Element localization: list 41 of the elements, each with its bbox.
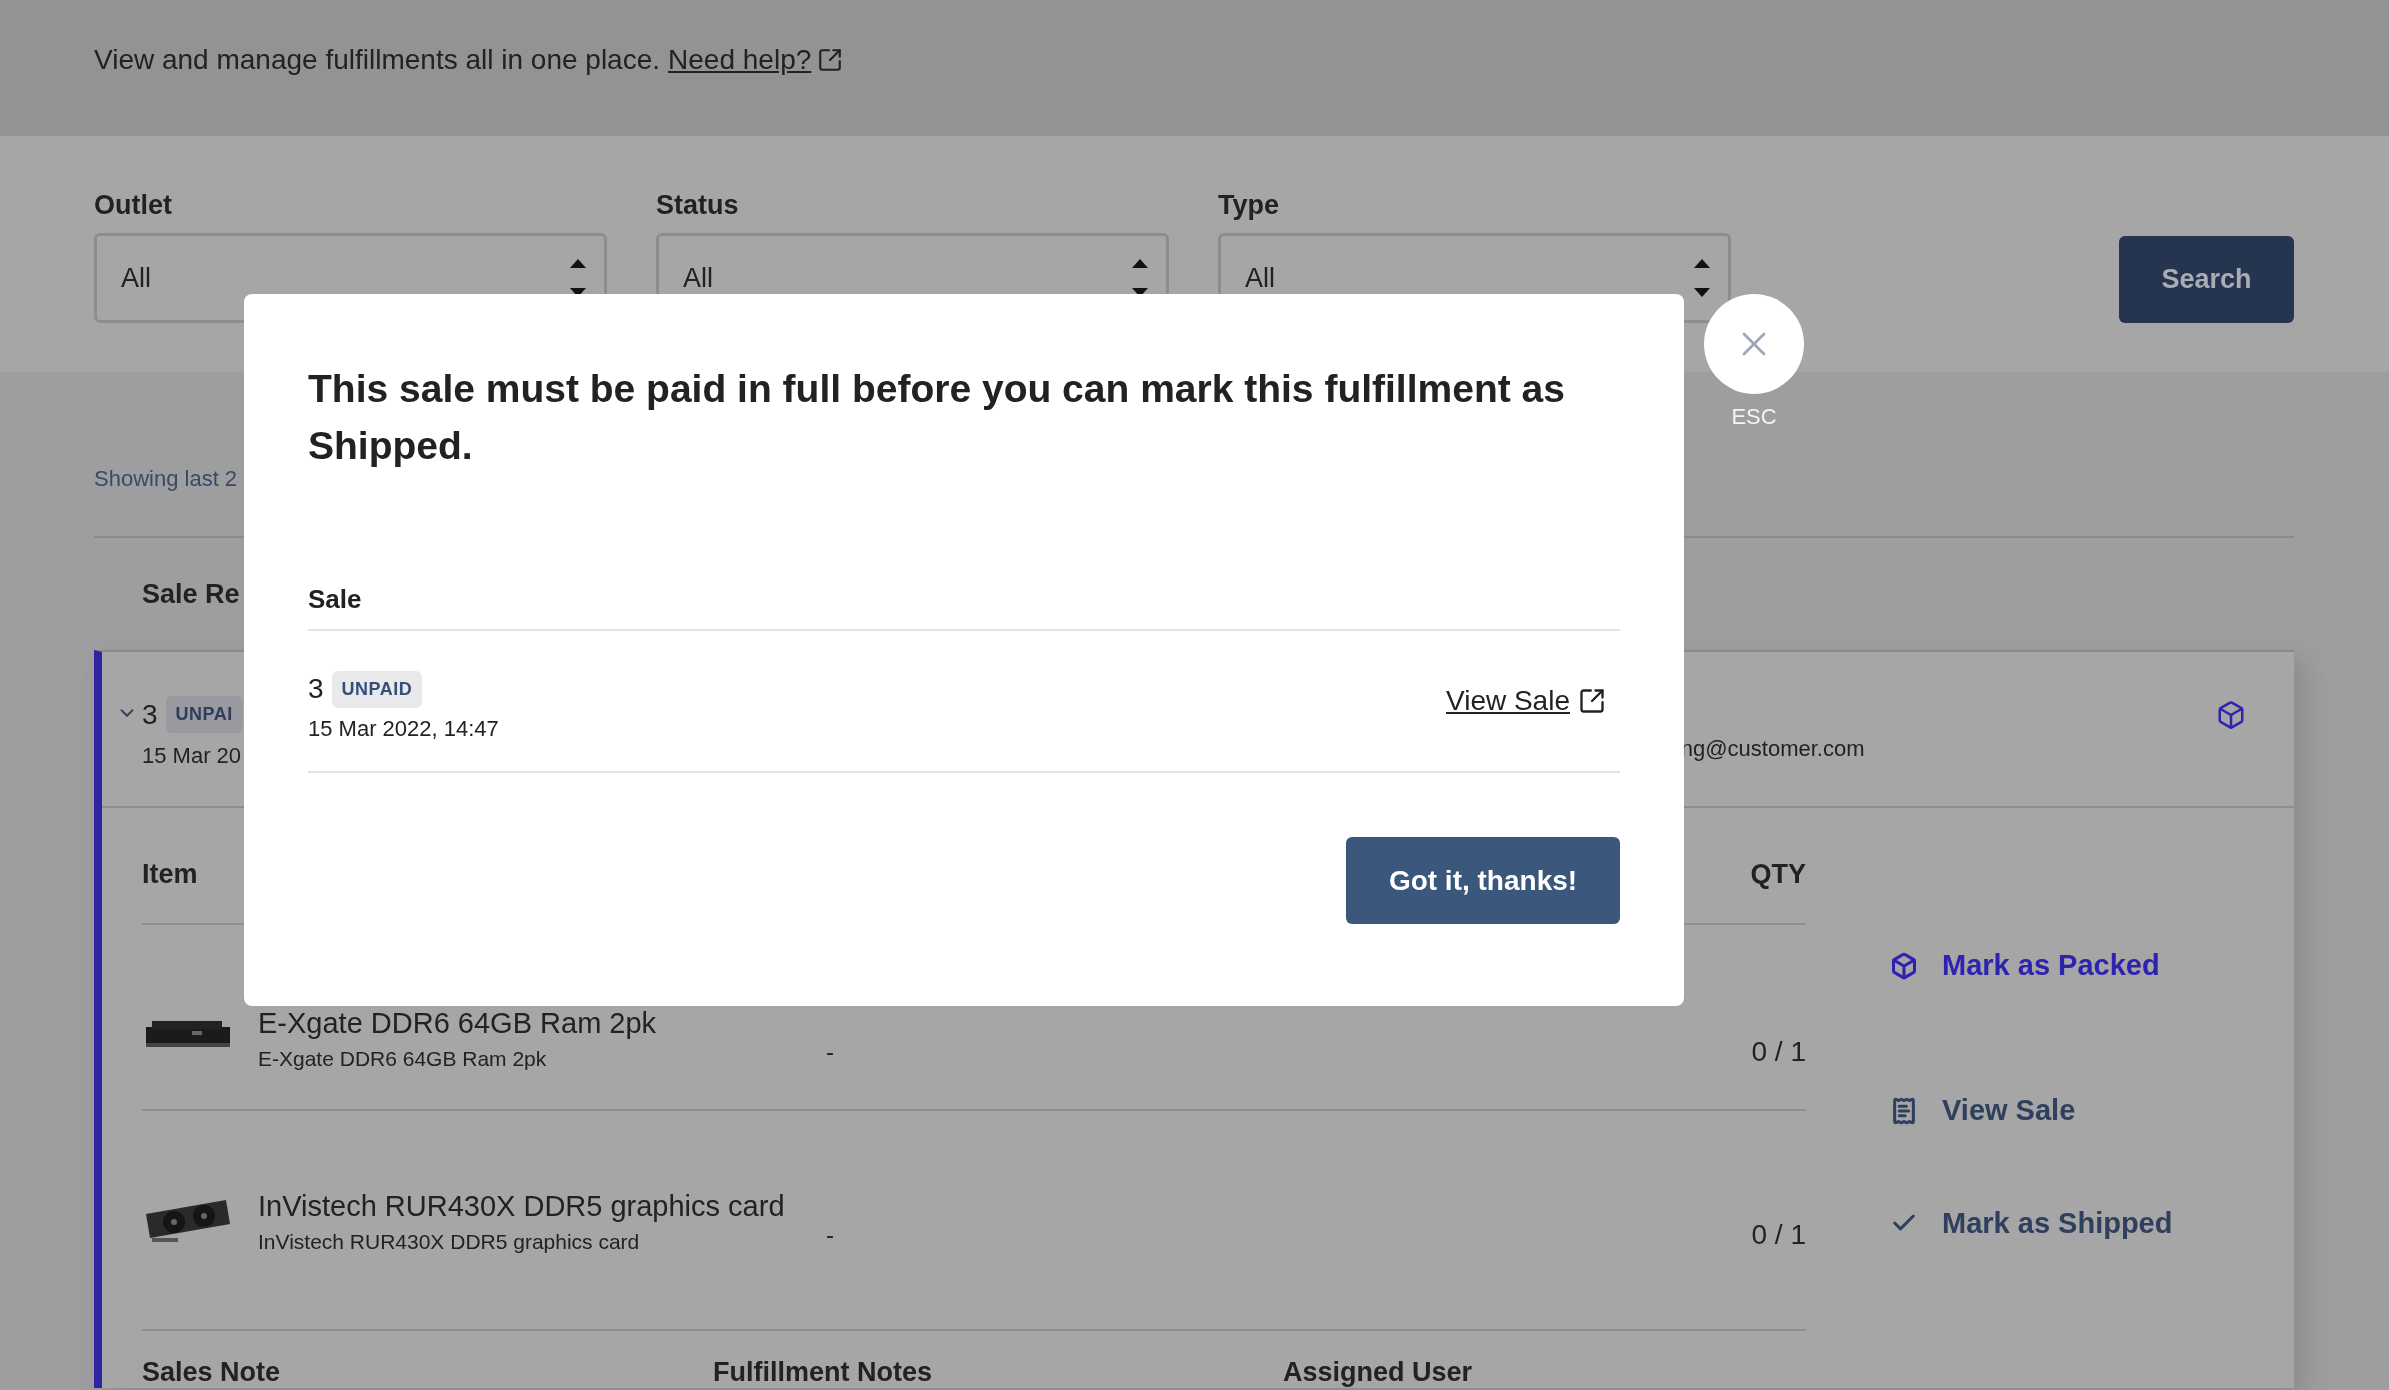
cube-icon [2216, 700, 2246, 730]
column-header: Sale [308, 584, 362, 614]
action-link[interactable]: Mark as Shipped [1890, 1168, 2173, 1278]
item-subtitle: InVistech RUR430X DDR5 graphics card [258, 1230, 641, 1254]
external-link-icon [817, 47, 844, 73]
sale-number: 3 [142, 698, 158, 731]
filter-label: Type [1218, 190, 1280, 221]
esc-hint: ESC [1730, 404, 1778, 430]
search-button[interactable]: Search [2119, 236, 2294, 323]
view-sale-link[interactable]: View Sale [1446, 685, 1606, 717]
table-cell-text: - [826, 1037, 834, 1066]
filter-label: Status [656, 190, 740, 221]
help-link[interactable]: Need help? [668, 42, 844, 78]
column-header: Item [142, 859, 198, 890]
quantity-cell-text: 0 / 1 [1751, 1035, 1806, 1068]
quantity-cell-text: 0 / 1 [1751, 1218, 1806, 1251]
confirm-button[interactable]: Got it, thanks! [1346, 837, 1620, 924]
table-cell-text: - [826, 1220, 834, 1249]
receipt-icon [1890, 1096, 1918, 1125]
section-heading: Assigned User [1283, 1357, 1474, 1388]
modal-title: This sale must be paid in full before you can mark this fulfillment as Shipped. [308, 366, 1566, 469]
column-header: Sale Re [142, 578, 240, 610]
intro-text: View and manage fulfillments all in one place. [94, 43, 661, 77]
status-badge: UNPAID [331, 670, 423, 708]
item-title: InVistech RUR430X DDR5 graphics card [258, 1189, 786, 1224]
external-link-icon [1578, 687, 1606, 715]
section-heading: Sales Note [142, 1357, 282, 1388]
cube-icon [1890, 951, 1918, 980]
customer-email: ng@customer.com [1680, 736, 1865, 763]
column-header: QTY [1750, 859, 1806, 890]
showing-text: Showing last 2 [94, 466, 238, 492]
sale-number: 3 [308, 673, 324, 705]
status-badge: UNPAI [165, 696, 243, 733]
sale-date: 15 Mar 20 [142, 743, 243, 769]
action-link[interactable]: View Sale [1890, 1053, 2173, 1168]
item-title: E-Xgate DDR6 64GB Ram 2pk [258, 1006, 658, 1041]
action-link[interactable]: Mark as Packed [1890, 878, 2173, 1053]
sale-date: 15 Mar 2022, 14:47 [308, 715, 499, 742]
filter-label: Outlet [94, 190, 173, 221]
section-heading: Fulfillment Notes [713, 1357, 933, 1388]
item-subtitle: E-Xgate DDR6 64GB Ram 2pk [258, 1047, 548, 1071]
